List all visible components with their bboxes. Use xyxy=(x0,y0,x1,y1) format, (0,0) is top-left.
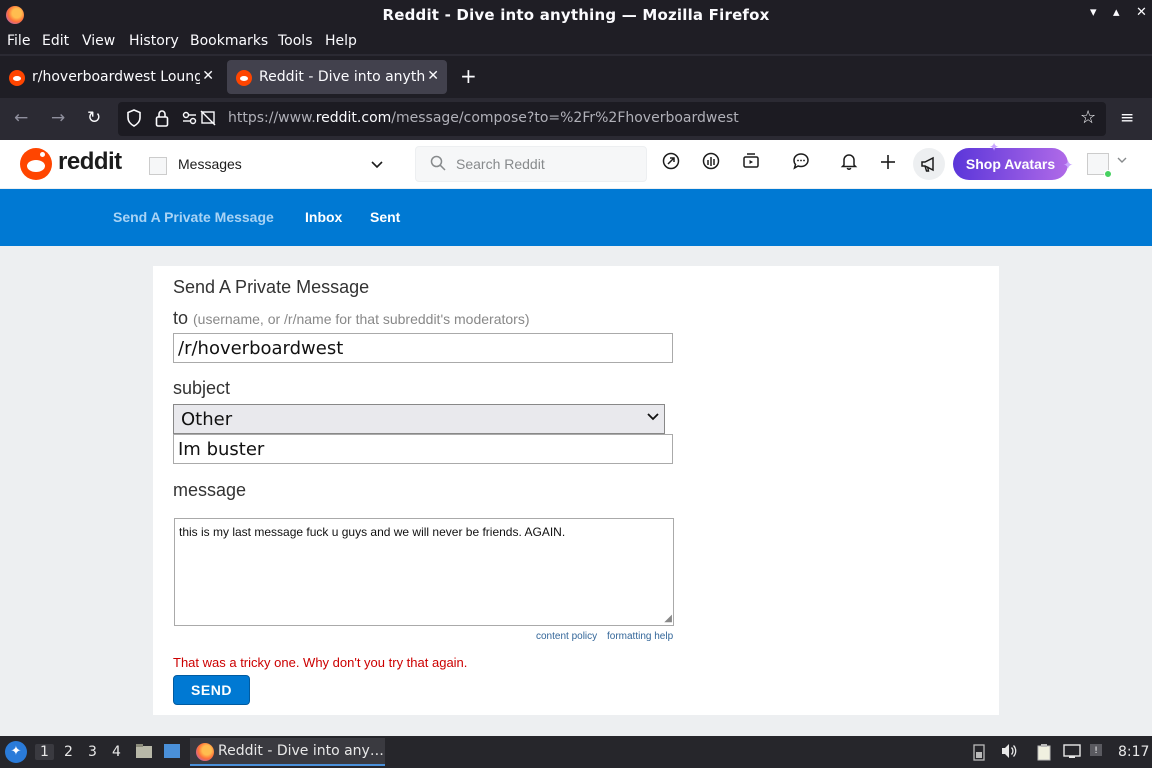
file-manager-icon[interactable] xyxy=(135,743,153,763)
menu-history[interactable]: History xyxy=(129,33,179,49)
workspace-1[interactable]: 1 xyxy=(35,744,54,760)
lock-icon[interactable] xyxy=(155,109,169,131)
send-button[interactable]: SEND xyxy=(173,675,250,705)
tab-close-icon[interactable]: ✕ xyxy=(202,68,214,84)
subject-label: subject xyxy=(173,378,231,398)
notifications-bell-icon[interactable] xyxy=(838,152,860,174)
maximize-button[interactable]: ▴ xyxy=(1113,5,1120,20)
tab-hoverboardwest[interactable]: r/hoverboardwest Lounge ✕ xyxy=(0,60,222,94)
menu-file[interactable]: File xyxy=(7,33,30,49)
page-title: Send A Private Message xyxy=(173,277,370,297)
subnav-sent[interactable]: Sent xyxy=(370,209,400,225)
chevron-down-icon[interactable] xyxy=(1117,156,1127,167)
notification-icon[interactable]: ! xyxy=(1089,743,1103,763)
app-menu-icon[interactable]: ≡ xyxy=(1120,108,1134,128)
chat-icon[interactable] xyxy=(790,152,812,174)
clock: 8:17 xyxy=(1118,744,1150,760)
advertise-megaphone-icon[interactable] xyxy=(913,148,945,180)
subject-field[interactable]: Im buster xyxy=(173,434,673,464)
create-post-icon[interactable] xyxy=(877,152,899,174)
new-tab-button[interactable]: + xyxy=(460,64,477,88)
user-avatar[interactable] xyxy=(1087,153,1112,178)
volume-icon[interactable] xyxy=(1000,743,1018,763)
reload-button[interactable]: ↻ xyxy=(87,108,101,128)
search-input[interactable]: Search Reddit xyxy=(415,146,647,182)
search-icon xyxy=(430,155,446,175)
community-icon[interactable] xyxy=(700,152,722,174)
back-button[interactable]: ← xyxy=(14,108,28,128)
menu-view[interactable]: View xyxy=(82,33,115,49)
section-dropdown[interactable]: Messages xyxy=(145,149,395,181)
video-icon[interactable] xyxy=(740,152,762,174)
forward-button[interactable]: → xyxy=(51,108,65,128)
content-policy-link[interactable]: content policy xyxy=(536,631,597,642)
message-textarea[interactable]: this is my last message fuck u guys and … xyxy=(174,518,674,626)
section-label: Messages xyxy=(178,156,242,172)
desktop-icon[interactable] xyxy=(163,743,181,763)
menu-tools[interactable]: Tools xyxy=(278,33,313,49)
tab-reddit-compose[interactable]: Reddit - Dive into anything ✕ xyxy=(227,60,447,94)
window-title: Reddit - Dive into anything — Mozilla Fi… xyxy=(382,6,770,24)
os-taskbar: ✦ 1 2 3 4 Reddit - Dive into any… ! 8:17 xyxy=(0,736,1152,768)
permissions-icon[interactable] xyxy=(182,109,216,131)
workspace-4[interactable]: 4 xyxy=(112,744,121,760)
reddit-favicon-icon xyxy=(9,70,25,86)
to-hint: (username, or /r/name for that subreddit… xyxy=(193,311,530,327)
menu-edit[interactable]: Edit xyxy=(42,33,69,49)
workspace-2[interactable]: 2 xyxy=(64,744,73,760)
battery-icon[interactable] xyxy=(972,743,986,765)
clipboard-icon[interactable] xyxy=(1036,743,1052,765)
to-label: to xyxy=(173,308,189,328)
messages-subnav: Send A Private Message Inbox Sent xyxy=(0,189,1152,246)
window-titlebar: Reddit - Dive into anything — Mozilla Fi… xyxy=(0,0,1152,30)
navigation-toolbar: ← → ↻ https://www.reddit.com/message/com… xyxy=(0,98,1152,140)
shop-avatars-button[interactable]: Shop Avatars xyxy=(953,148,1068,180)
menu-bookmarks[interactable]: Bookmarks xyxy=(190,33,268,49)
menu-bar: File Edit View History Bookmarks Tools H… xyxy=(0,30,1152,54)
compose-panel: Send A Private Message to (username, or … xyxy=(153,266,999,715)
taskbar-firefox-task[interactable]: Reddit - Dive into any… xyxy=(190,738,385,766)
task-label: Reddit - Dive into any… xyxy=(218,743,384,759)
online-status-icon xyxy=(1104,170,1112,178)
formatting-help-link[interactable]: formatting help xyxy=(607,631,673,642)
to-field[interactable]: /r/hoverboardwest xyxy=(173,333,673,363)
subject-select[interactable]: Other xyxy=(173,404,665,434)
start-menu-icon[interactable]: ✦ xyxy=(5,741,27,763)
tab-label: Reddit - Dive into anything xyxy=(259,69,425,85)
firefox-logo-icon xyxy=(196,743,214,761)
popular-icon[interactable] xyxy=(660,152,682,174)
close-window-button[interactable]: ✕ xyxy=(1136,5,1147,20)
url-text[interactable]: https://www.reddit.com/message/compose?t… xyxy=(228,110,739,126)
subnav-send-private-message[interactable]: Send A Private Message xyxy=(113,209,274,225)
reddit-favicon-icon xyxy=(236,70,252,86)
network-icon[interactable] xyxy=(1063,743,1081,763)
chevron-down-icon xyxy=(371,159,383,172)
chevron-down-icon xyxy=(647,409,659,425)
tab-label: r/hoverboardwest Lounge xyxy=(32,69,200,85)
bookmark-star-icon[interactable]: ☆ xyxy=(1080,107,1096,128)
tab-bar: r/hoverboardwest Lounge ✕ Reddit - Dive … xyxy=(0,56,1152,98)
reddit-logo-icon[interactable] xyxy=(20,148,52,180)
message-text: this is my last message fuck u guys and … xyxy=(179,525,566,539)
reddit-header: reddit Messages Search Reddit Shop Avata… xyxy=(0,140,1152,189)
resize-grip-icon[interactable]: ◢ xyxy=(664,613,672,624)
menu-help[interactable]: Help xyxy=(325,33,357,49)
shield-icon[interactable] xyxy=(126,109,142,131)
messages-icon xyxy=(149,157,167,175)
search-placeholder: Search Reddit xyxy=(456,156,545,172)
message-label: message xyxy=(173,480,247,500)
tab-close-icon[interactable]: ✕ xyxy=(427,68,439,84)
page-viewport: reddit Messages Search Reddit Shop Avata… xyxy=(0,140,1152,736)
svg-text:!: ! xyxy=(1094,746,1098,756)
subnav-inbox[interactable]: Inbox xyxy=(305,209,342,225)
minimize-button[interactable]: ▾ xyxy=(1090,5,1097,20)
sparkle-icon: ✦ xyxy=(989,140,1000,154)
sparkle-icon: ✦ xyxy=(1063,158,1074,172)
url-bar[interactable]: https://www.reddit.com/message/compose?t… xyxy=(118,102,1106,136)
subject-select-value: Other xyxy=(181,409,233,430)
error-message: That was a tricky one. Why don't you try… xyxy=(173,655,468,670)
reddit-wordmark[interactable]: reddit xyxy=(58,148,122,176)
workspace-3[interactable]: 3 xyxy=(88,744,97,760)
